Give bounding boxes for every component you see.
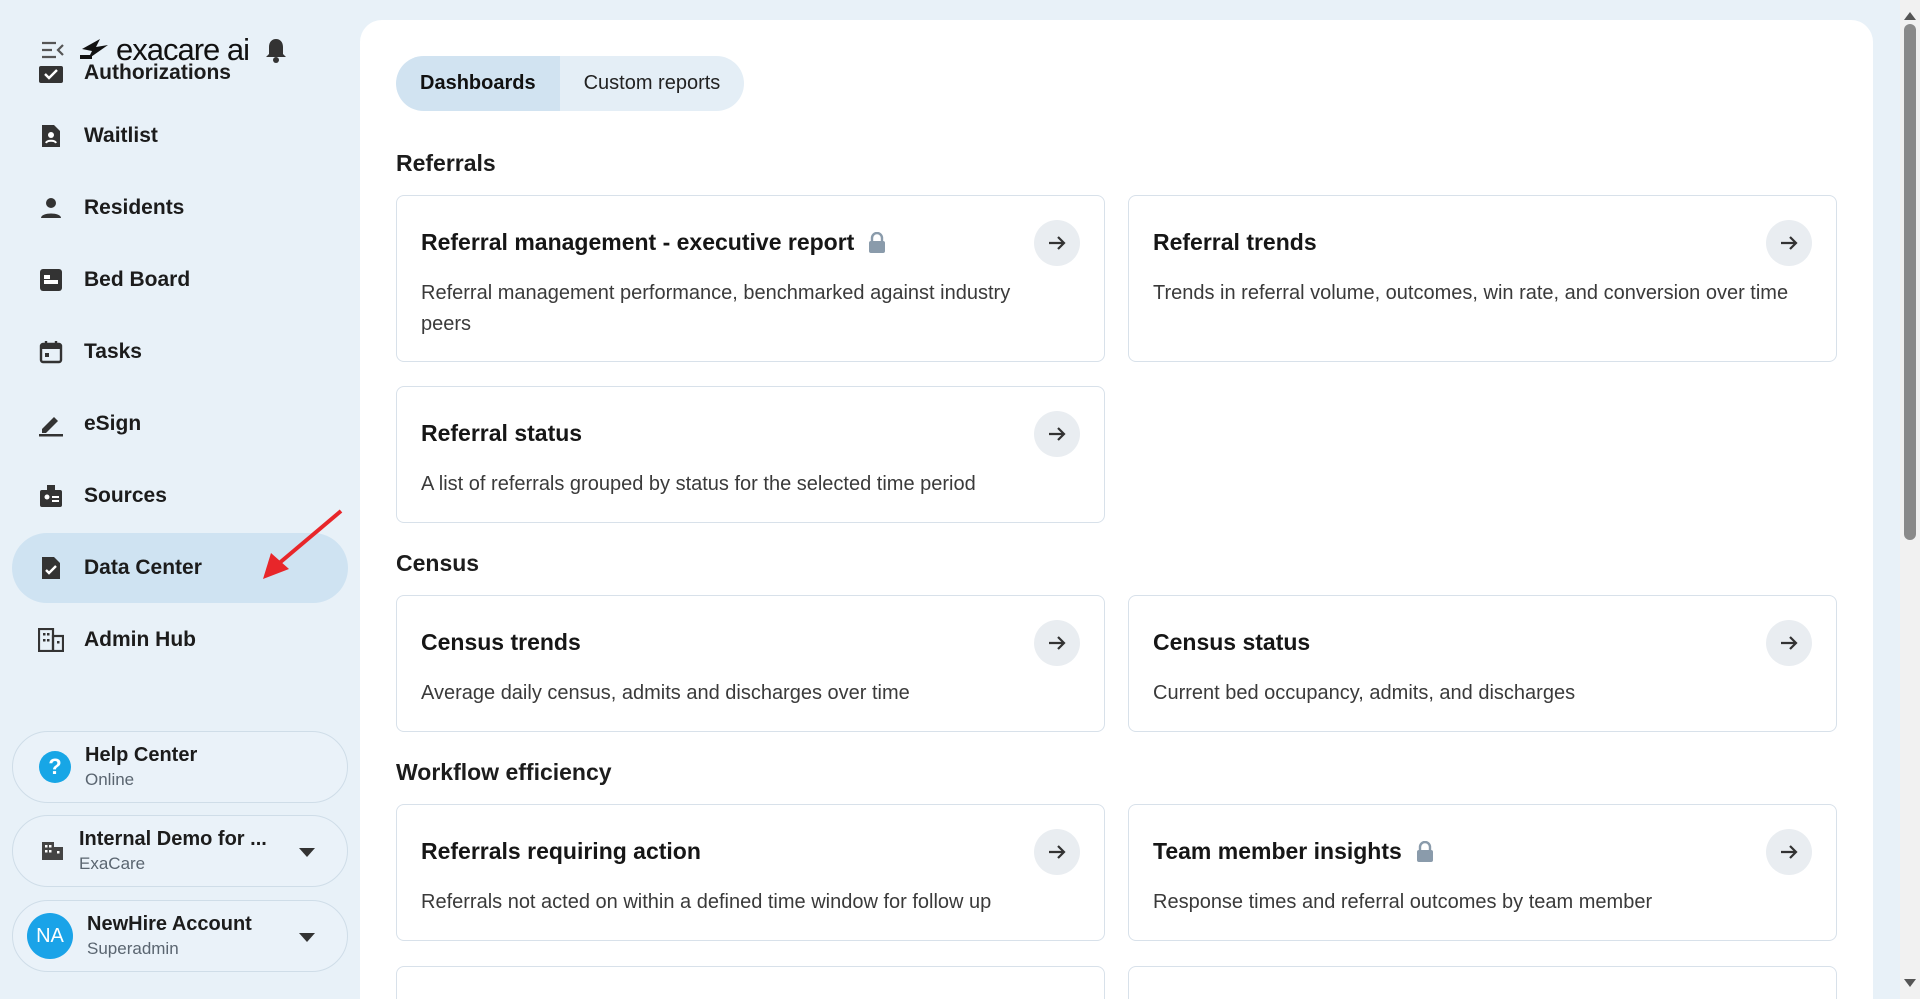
sidebar-item-label: Bed Board — [84, 268, 191, 291]
card-title: Census trends — [421, 629, 581, 656]
avatar: NA — [27, 913, 73, 959]
card-description: Response times and referral outcomes by … — [1153, 891, 1653, 913]
card-title-text: Census status — [1153, 629, 1311, 655]
help-icon: ? — [39, 751, 71, 783]
annotation-arrow — [263, 509, 343, 579]
dashboard-card-referrals-requiring-action[interactable]: Referrals requiring action Referrals not… — [396, 804, 1105, 941]
card-description: Trends in referral volume, outcomes, win… — [1153, 282, 1789, 304]
organization-sub: ExaCare — [79, 854, 146, 873]
chevron-down-icon[interactable] — [299, 848, 315, 857]
authorizations-icon — [38, 60, 64, 86]
tab-dashboards[interactable]: Dashboards — [396, 56, 560, 111]
card-title: Referral management - executive report — [421, 229, 886, 256]
section-title-census: Census — [396, 550, 480, 576]
sidebar-item-label: Residents — [84, 196, 185, 219]
waitlist-icon — [38, 123, 64, 149]
sidebar-item-authorizations[interactable]: Authorizations — [12, 38, 348, 108]
scroll-down-icon[interactable] — [1904, 979, 1916, 987]
arrow-right-icon[interactable] — [1766, 220, 1812, 266]
card-description: Current bed occupancy, admits, and disch… — [1153, 682, 1576, 704]
sidebar-item-label: eSign — [84, 412, 142, 435]
section-title-referrals: Referrals — [396, 150, 496, 176]
lock-icon — [1416, 840, 1434, 863]
arrow-right-icon[interactable] — [1034, 829, 1080, 875]
dashboard-card-referral-status[interactable]: Referral status A list of referrals grou… — [396, 386, 1105, 523]
user-name: NewHire Account — [87, 913, 252, 935]
data-center-icon — [38, 555, 64, 581]
bed-board-icon — [38, 267, 64, 293]
card-title: Team member insights — [1153, 838, 1434, 865]
pen-icon — [38, 411, 64, 437]
user-account-menu[interactable]: NA NewHire Account Superadmin — [12, 900, 348, 972]
sidebar-item-label: Tasks — [84, 340, 142, 363]
dashboard-card-referral-trends[interactable]: Referral trends Trends in referral volum… — [1128, 195, 1837, 362]
sidebar-item-residents[interactable]: Residents — [12, 173, 348, 243]
sidebar-item-tasks[interactable]: Tasks — [12, 317, 348, 387]
sidebar: exacare ai Authorizations Waitlist Resid… — [0, 0, 360, 999]
arrow-right-icon[interactable] — [1766, 620, 1812, 666]
card-title: Referral status — [421, 420, 582, 447]
badge-icon — [38, 483, 64, 509]
section-title-workflow: Workflow efficiency — [396, 759, 612, 785]
tab-custom-reports[interactable]: Custom reports — [560, 56, 745, 111]
dashboard-card-census-status[interactable]: Census status Current bed occupancy, adm… — [1128, 595, 1837, 732]
building-icon — [39, 836, 65, 867]
help-center-button[interactable]: ? Help Center Online — [12, 731, 348, 803]
user-role: Superadmin — [87, 939, 179, 958]
chevron-down-icon[interactable] — [299, 933, 315, 942]
dashboard-card-team-member-insights[interactable]: Team member insights Response times and … — [1128, 804, 1837, 941]
sidebar-item-label: Data Center — [84, 556, 202, 579]
arrow-right-icon[interactable] — [1766, 829, 1812, 875]
card-title-text: Referral status — [421, 420, 583, 446]
page-scrollbar[interactable] — [1900, 0, 1920, 999]
card-description: Referrals not acted on within a defined … — [421, 891, 992, 913]
card-title: Referrals requiring action — [421, 838, 701, 865]
lock-icon — [868, 231, 886, 254]
sidebar-item-label: Admin Hub — [84, 628, 196, 651]
sidebar-item-esign[interactable]: eSign — [12, 389, 348, 459]
card-title: Referral trends — [1153, 229, 1317, 256]
sidebar-item-label: Waitlist — [84, 124, 158, 147]
card-title-text: Referral management - executive report — [421, 229, 855, 255]
building-icon — [38, 627, 64, 653]
dashboard-card-census-trends[interactable]: Census trends Average daily census, admi… — [396, 595, 1105, 732]
sidebar-item-waitlist[interactable]: Waitlist — [12, 101, 348, 171]
arrow-right-icon[interactable] — [1034, 220, 1080, 266]
card-title-text: Team member insights — [1153, 838, 1402, 864]
card-title: Census status — [1153, 629, 1310, 656]
sidebar-item-bed-board[interactable]: Bed Board — [12, 245, 348, 315]
scroll-up-icon[interactable] — [1904, 12, 1916, 20]
card-title-text: Referrals requiring action — [421, 838, 701, 864]
card-title-text: Referral trends — [1153, 229, 1317, 255]
card-title-text: Census trends — [421, 629, 581, 655]
organization-selector[interactable]: Internal Demo for ... ExaCare — [12, 815, 348, 887]
card-description: Average daily census, admits and dischar… — [421, 682, 910, 704]
arrow-right-icon[interactable] — [1034, 620, 1080, 666]
dashboard-card-partial[interactable] — [1128, 966, 1837, 999]
sidebar-item-label: Authorizations — [84, 61, 231, 84]
main-panel: Dashboards Custom reports Referrals Refe… — [360, 20, 1873, 999]
calendar-icon — [38, 339, 64, 365]
arrow-right-icon[interactable] — [1034, 411, 1080, 457]
organization-name: Internal Demo for ... — [79, 828, 267, 850]
report-tabs: Dashboards Custom reports — [396, 56, 745, 111]
help-center-status: Online — [85, 770, 135, 789]
sidebar-item-admin-hub[interactable]: Admin Hub — [12, 605, 348, 675]
person-icon — [38, 195, 64, 221]
card-description: A list of referrals grouped by status fo… — [421, 473, 976, 495]
dashboard-card-partial[interactable] — [396, 966, 1105, 999]
sidebar-item-label: Sources — [84, 484, 167, 507]
scrollbar-thumb[interactable] — [1904, 24, 1916, 540]
card-description: Referral management performance, benchma… — [421, 282, 1011, 335]
dashboard-card-referral-management[interactable]: Referral management - executive report R… — [396, 195, 1105, 362]
help-center-title: Help Center — [85, 744, 198, 766]
